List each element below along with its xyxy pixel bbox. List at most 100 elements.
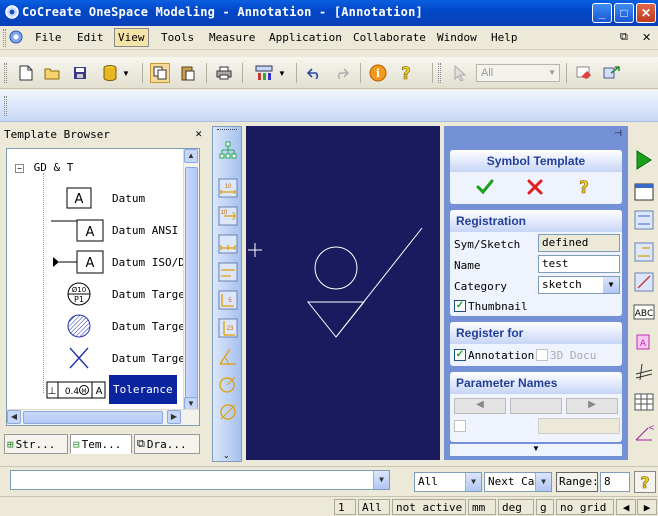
menubar-grip[interactable] bbox=[3, 29, 6, 47]
tab-structure[interactable]: ⊞ Str... bbox=[4, 434, 68, 454]
menu-measure[interactable]: Measure bbox=[206, 30, 258, 45]
chain-dimension-icon[interactable] bbox=[217, 233, 239, 255]
param-prev-button[interactable]: ◀ bbox=[454, 398, 506, 414]
hatch-tool-icon[interactable] bbox=[632, 240, 656, 264]
toolbar-grip[interactable] bbox=[4, 96, 7, 116]
horizontal-dimension-icon[interactable]: 10 bbox=[217, 177, 239, 199]
tree-horizontal-scrollbar[interactable]: ◀ ▶ bbox=[7, 409, 199, 425]
diameter-dimension-icon[interactable] bbox=[217, 401, 239, 423]
range-input[interactable]: 8 bbox=[600, 472, 630, 492]
vertical-dimension-icon[interactable]: 10 bbox=[217, 205, 239, 227]
window-frame-icon[interactable] bbox=[632, 180, 656, 204]
close-button[interactable]: ✕ bbox=[636, 3, 656, 23]
copy-icon[interactable] bbox=[150, 63, 170, 83]
hatch-pattern-icon[interactable] bbox=[632, 360, 656, 384]
tree-root-gdt[interactable]: − GD & T bbox=[15, 161, 73, 174]
radius-dimension-icon[interactable] bbox=[217, 373, 239, 395]
menu-collaborate[interactable]: Collaborate bbox=[350, 30, 429, 45]
drawing-canvas[interactable] bbox=[246, 126, 440, 460]
app-gear-icon[interactable] bbox=[8, 29, 24, 45]
range-button[interactable]: Range: bbox=[556, 472, 599, 492]
minimize-button[interactable]: _ bbox=[592, 3, 612, 23]
scroll-left-icon[interactable]: ◀ bbox=[7, 410, 21, 424]
baseline-dimension-icon[interactable] bbox=[217, 261, 239, 283]
angle-dimension-icon[interactable] bbox=[217, 345, 239, 367]
menu-file[interactable]: File bbox=[32, 30, 65, 45]
pink-symbol-icon[interactable]: A bbox=[632, 330, 656, 354]
param-next-button[interactable]: ▶ bbox=[566, 398, 618, 414]
strip-grip[interactable] bbox=[217, 129, 237, 130]
angle-tool-icon[interactable]: < bbox=[632, 420, 656, 444]
transform-icon[interactable] bbox=[602, 63, 622, 83]
tree-item[interactable]: A Datum ISO/DI bbox=[7, 247, 191, 277]
select-pointer-icon[interactable] bbox=[450, 63, 470, 83]
param-checkbox[interactable] bbox=[454, 420, 466, 432]
run-play-icon[interactable] bbox=[632, 148, 656, 172]
network-dropdown-icon[interactable]: ▼ bbox=[276, 63, 288, 83]
text-abc-icon[interactable]: ABC bbox=[632, 300, 656, 324]
layer-select[interactable]: All ▼ bbox=[476, 64, 560, 82]
tab-drawing[interactable]: ⧉ Dra... bbox=[134, 434, 200, 454]
info-icon[interactable]: i bbox=[368, 63, 388, 83]
toolbar-grip[interactable] bbox=[4, 63, 7, 83]
database-icon[interactable] bbox=[100, 63, 120, 83]
scroll-thumb[interactable] bbox=[23, 411, 163, 424]
command-input[interactable]: ▼ bbox=[10, 470, 390, 490]
thumbnail-checkbox[interactable]: ✓ bbox=[454, 300, 466, 312]
eraser-icon[interactable] bbox=[574, 63, 594, 83]
toolbar-grip[interactable] bbox=[438, 63, 441, 83]
tree-item[interactable]: A Datum ANSI bbox=[7, 215, 185, 245]
network-tool-icon[interactable] bbox=[254, 63, 274, 83]
tree-item[interactable]: Datum Target bbox=[7, 343, 191, 373]
tree-item[interactable]: Datum Target bbox=[7, 311, 191, 341]
database-dropdown-icon[interactable]: ▼ bbox=[120, 63, 132, 83]
tree-item[interactable]: Ø10 P1 Datum Target bbox=[7, 279, 191, 309]
coordinate-dimension-icon[interactable]: 23 bbox=[217, 317, 239, 339]
scroll-up-icon[interactable]: ▲ bbox=[184, 149, 198, 163]
close-panel-icon[interactable]: ✕ bbox=[195, 127, 202, 140]
scope-select[interactable]: All ▼ bbox=[414, 472, 482, 492]
paste-icon[interactable] bbox=[178, 63, 198, 83]
open-folder-icon[interactable] bbox=[42, 63, 62, 83]
ordinate-dimension-icon[interactable]: 5 bbox=[217, 289, 239, 311]
tree-vertical-scrollbar[interactable]: ▲ ▼ bbox=[183, 149, 199, 411]
strip-more-icon[interactable]: ⌄ bbox=[223, 451, 230, 460]
tree-structure-icon[interactable] bbox=[217, 139, 239, 161]
symbol-tool-icon[interactable] bbox=[632, 270, 656, 294]
menu-help[interactable]: Help bbox=[488, 30, 521, 45]
menu-edit[interactable]: Edit bbox=[74, 30, 107, 45]
catch-select[interactable]: Next Cat ▼ bbox=[484, 472, 552, 492]
scroll-down-icon[interactable]: ▼ bbox=[450, 444, 622, 456]
tree-item[interactable]: A Datum bbox=[7, 183, 185, 213]
help-question-icon[interactable]: ? bbox=[396, 63, 416, 83]
pin-icon[interactable]: ⊣ bbox=[614, 128, 622, 139]
menu-view[interactable]: View bbox=[114, 28, 149, 47]
docu-3d-checkbox[interactable] bbox=[536, 349, 548, 361]
cancel-x-icon[interactable] bbox=[526, 178, 544, 196]
help-question-icon[interactable]: ? bbox=[576, 177, 592, 197]
scroll-right-icon[interactable]: ▶ bbox=[167, 410, 181, 424]
tree-item-selected[interactable]: ⊥ 0.4 M A Tolerance bbox=[7, 375, 185, 405]
new-file-icon[interactable] bbox=[16, 63, 36, 83]
status-next-icon[interactable]: ▶ bbox=[637, 499, 657, 515]
mdi-restore-icon[interactable]: ⧉ bbox=[620, 31, 628, 44]
dimension-tool-icon[interactable] bbox=[632, 208, 656, 232]
undo-icon[interactable] bbox=[304, 63, 324, 83]
redo-icon[interactable] bbox=[332, 63, 352, 83]
name-input[interactable]: test bbox=[538, 255, 620, 273]
menu-tools[interactable]: Tools bbox=[158, 30, 197, 45]
menu-application[interactable]: Application bbox=[266, 30, 345, 45]
status-prev-icon[interactable]: ◀ bbox=[616, 499, 636, 515]
maximize-button[interactable]: □ bbox=[614, 3, 634, 23]
table-grid-icon[interactable] bbox=[632, 390, 656, 414]
tab-template[interactable]: ⊟ Tem... bbox=[70, 434, 132, 454]
annotation-checkbox[interactable]: ✓ bbox=[454, 349, 466, 361]
save-disk-icon[interactable] bbox=[70, 63, 90, 83]
mdi-close-icon[interactable]: ✕ bbox=[642, 31, 651, 44]
print-icon[interactable] bbox=[214, 63, 234, 83]
param-field[interactable] bbox=[538, 418, 620, 434]
param-middle-button[interactable] bbox=[510, 398, 562, 414]
category-select[interactable]: sketch ▼ bbox=[538, 276, 620, 294]
ok-check-icon[interactable] bbox=[476, 178, 494, 196]
help-button[interactable]: ? bbox=[634, 471, 656, 493]
